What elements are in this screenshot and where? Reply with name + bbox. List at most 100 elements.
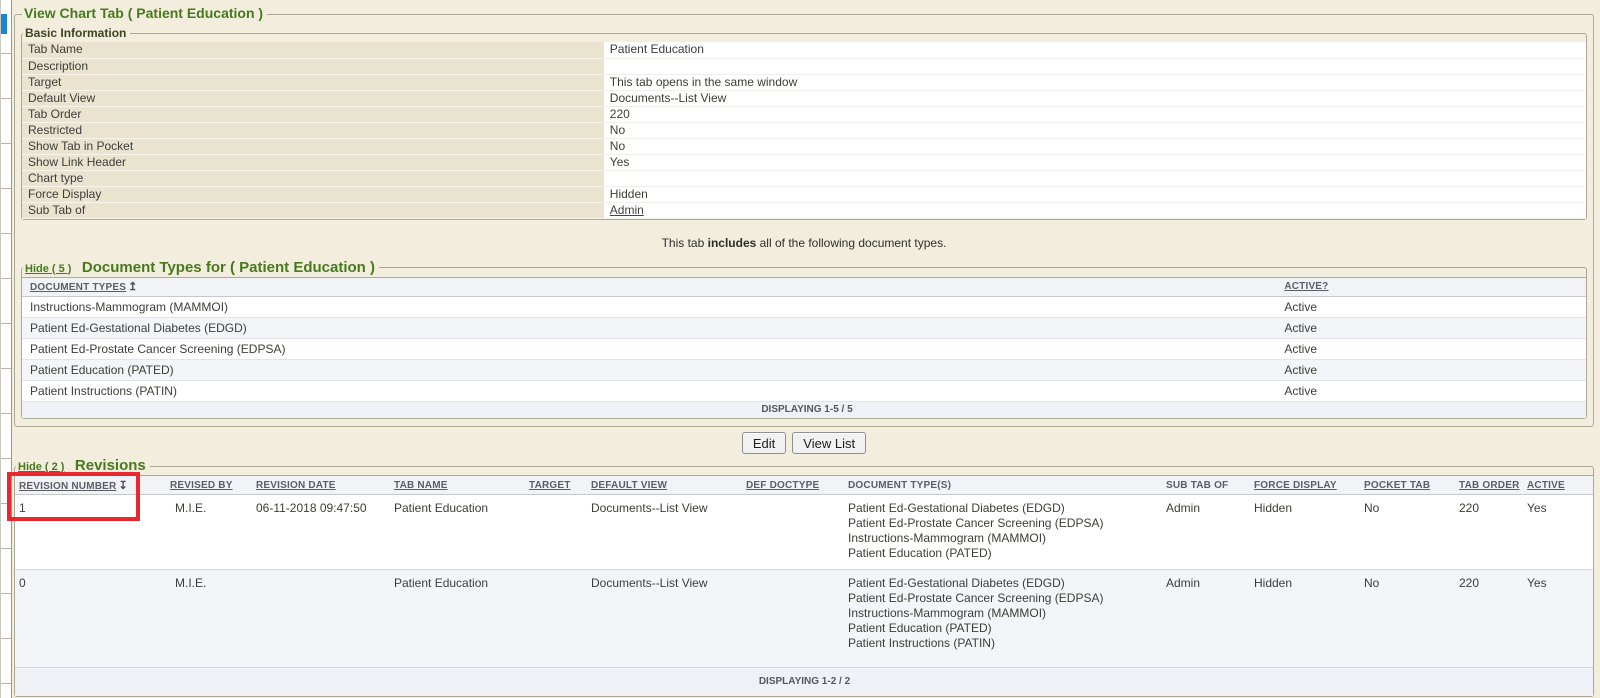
- revision-date-cell: [251, 570, 389, 668]
- field-value: This tab opens in the same window: [604, 74, 1586, 90]
- field-label: Sub Tab of: [22, 202, 604, 218]
- tab-order-cell: 220: [1454, 570, 1522, 668]
- field-value: 220: [604, 106, 1586, 122]
- sort-force-display[interactable]: FORCE DISPLAY: [1254, 480, 1337, 491]
- table-row: Chart type: [22, 170, 1586, 186]
- paging-status: DISPLAYING 1-5 / 5: [22, 401, 1586, 418]
- sort-target[interactable]: TARGET: [529, 480, 571, 491]
- field-label: Tab Order: [22, 106, 604, 122]
- page-title: View Chart Tab ( Patient Education ): [22, 5, 267, 23]
- field-label: Default View: [22, 90, 604, 106]
- default-view-cell: Documents--List View: [586, 570, 741, 668]
- column-document-types: DOCUMENT TYPE(S): [843, 476, 1161, 495]
- def-doctype-cell: [741, 570, 843, 668]
- basic-information-legend: Basic Information: [23, 24, 130, 42]
- document-type-cell: Patient Ed-Gestational Diabetes (EDGD): [22, 317, 1276, 338]
- sort-revised-by[interactable]: REVISED BY: [170, 480, 233, 491]
- edit-button[interactable]: Edit: [742, 432, 786, 454]
- sort-active[interactable]: ACTIVE: [1527, 480, 1565, 491]
- table-row: Patient Education (PATED) Active: [22, 359, 1586, 380]
- field-label: Show Tab in Pocket: [22, 138, 604, 154]
- column-def-doctype: DEF DOCTYPE: [741, 476, 843, 495]
- active-cell: Active: [1276, 317, 1586, 338]
- column-default-view: DEFAULT VIEW: [586, 476, 741, 495]
- target-cell: [524, 570, 586, 668]
- field-value: [604, 170, 1586, 186]
- revised-by-cell: M.I.E.: [165, 570, 251, 668]
- table-row: Show Link Header Yes: [22, 154, 1586, 170]
- revisions-legend: Hide ( 2 ) Revisions: [16, 457, 150, 475]
- sort-asc-icon: ↥: [128, 280, 137, 293]
- revisions-table-wrap: REVISION NUMBER↧ REVISED BY REVISION DAT…: [15, 475, 1593, 696]
- view-chart-tab-section: View Chart Tab ( Patient Education ) Bas…: [14, 5, 1594, 427]
- table-row: Sub Tab of Admin: [22, 202, 1586, 218]
- sort-tab-order[interactable]: TAB ORDER: [1459, 480, 1520, 491]
- table-row: Tab Order 220: [22, 106, 1586, 122]
- field-value: [604, 58, 1586, 74]
- active-cell: Active: [1276, 359, 1586, 380]
- column-tab-name: TAB NAME: [389, 476, 524, 495]
- revision-date-cell: 06-11-2018 09:47:50: [251, 495, 389, 570]
- sort-desc-icon: ↧: [118, 479, 127, 492]
- sort-pocket-tab[interactable]: POCKET TAB: [1364, 480, 1430, 491]
- field-label: Tab Name: [22, 42, 604, 58]
- hide-document-types-link[interactable]: Hide ( 5 ): [25, 263, 71, 275]
- revised-by-cell: M.I.E.: [165, 495, 251, 570]
- field-value: No: [604, 138, 1586, 154]
- field-value: Patient Education: [604, 42, 1586, 58]
- pocket-tab-cell: No: [1359, 495, 1454, 570]
- field-label: Restricted: [22, 122, 604, 138]
- table-row: Show Tab in Pocket No: [22, 138, 1586, 154]
- active-cell: Yes: [1522, 495, 1593, 570]
- document-types-legend: Hide ( 5 ) Document Types for ( Patient …: [23, 259, 379, 277]
- column-revised-by: REVISED BY: [165, 476, 251, 495]
- active-cell: Active: [1276, 296, 1586, 317]
- document-types-table: DOCUMENT TYPES↥ ACTIVE? Instructions-Mam…: [22, 277, 1586, 419]
- revisions-table: REVISION NUMBER↧ REVISED BY REVISION DAT…: [15, 475, 1593, 696]
- sub-tab-of-link[interactable]: Admin: [610, 203, 644, 217]
- sort-default-view[interactable]: DEFAULT VIEW: [591, 480, 667, 491]
- document-types-title: Document Types for ( Patient Education ): [82, 259, 375, 276]
- document-types-section: Hide ( 5 ) Document Types for ( Patient …: [21, 259, 1587, 420]
- active-tab-indicator: [1, 14, 7, 34]
- view-list-button[interactable]: View List: [792, 432, 866, 454]
- document-type-cell: Patient Ed-Prostate Cancer Screening (ED…: [22, 338, 1276, 359]
- table-row: Restricted No: [22, 122, 1586, 138]
- sort-active[interactable]: ACTIVE?: [1284, 281, 1328, 292]
- table-row: Target This tab opens in the same window: [22, 74, 1586, 90]
- sort-revision-date[interactable]: REVISION DATE: [256, 480, 336, 491]
- field-label: Force Display: [22, 186, 604, 202]
- active-cell: Active: [1276, 338, 1586, 359]
- table-footer-row: DISPLAYING 1-5 / 5: [22, 401, 1586, 418]
- column-tab-order: TAB ORDER: [1454, 476, 1522, 495]
- document-types-cell: Patient Ed-Gestational Diabetes (EDGD) P…: [843, 495, 1161, 570]
- field-value: Hidden: [604, 186, 1586, 202]
- revision-row: 0 M.I.E. Patient Education Documents--Li…: [15, 570, 1593, 668]
- sort-revision-number[interactable]: REVISION NUMBER: [19, 481, 116, 492]
- field-value: Yes: [604, 154, 1586, 170]
- field-label: Chart type: [22, 170, 604, 186]
- table-footer-row: DISPLAYING 1-2 / 2: [15, 668, 1593, 697]
- page-title-text: View Chart Tab ( Patient Education ): [24, 5, 263, 21]
- sort-document-types[interactable]: DOCUMENT TYPES: [30, 282, 126, 293]
- revisions-title: Revisions: [75, 457, 146, 474]
- table-row: Description: [22, 58, 1586, 74]
- revision-number-cell: 1: [15, 495, 165, 570]
- sort-tab-name[interactable]: TAB NAME: [394, 480, 448, 491]
- column-target: TARGET: [524, 476, 586, 495]
- sort-def-doctype[interactable]: DEF DOCTYPE: [746, 480, 819, 491]
- force-display-cell: Hidden: [1249, 570, 1359, 668]
- field-value: Admin: [604, 202, 1586, 218]
- force-display-cell: Hidden: [1249, 495, 1359, 570]
- column-revision-date: REVISION DATE: [251, 476, 389, 495]
- pocket-tab-cell: No: [1359, 570, 1454, 668]
- field-label: Target: [22, 74, 604, 90]
- column-force-display: FORCE DISPLAY: [1249, 476, 1359, 495]
- field-value: Documents--List View: [604, 90, 1586, 106]
- includes-note: This tab includes all of the following d…: [21, 236, 1587, 250]
- table-row: Force Display Hidden: [22, 186, 1586, 202]
- column-pocket-tab: POCKET TAB: [1359, 476, 1454, 495]
- target-cell: [524, 495, 586, 570]
- hide-revisions-link[interactable]: Hide ( 2 ): [18, 461, 64, 473]
- revision-row: 1 M.I.E. 06-11-2018 09:47:50 Patient Edu…: [15, 495, 1593, 570]
